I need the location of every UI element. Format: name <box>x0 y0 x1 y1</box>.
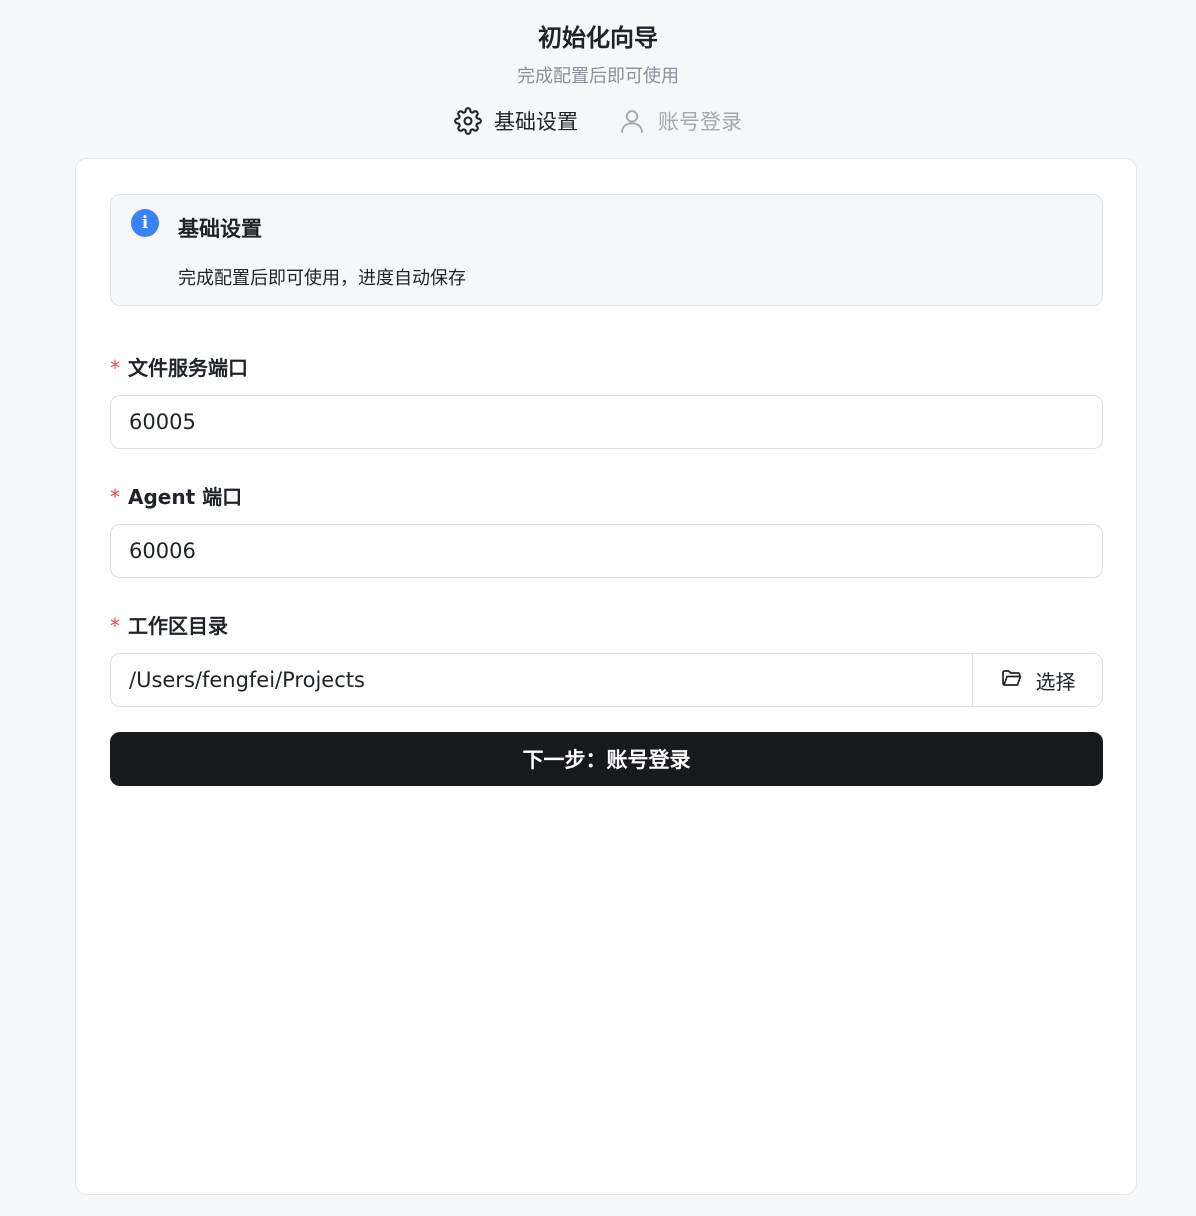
alert-description: 完成配置后即可使用，进度自动保存 <box>178 268 466 289</box>
setup-card: i 基础设置 完成配置后即可使用，进度自动保存 *文件服务端口 *Agent 端… <box>75 158 1137 1195</box>
workspace-dir-label: * 工作区目录 <box>110 614 228 638</box>
agent-port-label: * Agent 端口 <box>110 485 243 509</box>
required-mark: * <box>110 614 120 638</box>
required-mark: * <box>110 485 120 509</box>
alert-title: 基础设置 <box>178 217 262 241</box>
select-label: 选择 <box>1035 669 1076 694</box>
step-label: 账号登录 <box>658 110 742 134</box>
folder-open-icon <box>1000 666 1024 695</box>
page-title: 初始化向导 <box>538 24 658 52</box>
step-label: 基础设置 <box>494 110 578 134</box>
workspace-dir-input[interactable] <box>111 654 972 706</box>
info-alert: i 基础设置 完成配置后即可使用，进度自动保存 <box>110 194 1103 306</box>
step-indicator: 基础设置 账号登录 <box>0 106 1196 136</box>
user-icon <box>618 107 646 135</box>
next-step-button[interactable]: 下一步：账号登录 <box>110 732 1103 786</box>
step-account-login[interactable]: 账号登录 <box>618 106 742 136</box>
required-mark: * <box>110 356 120 380</box>
step-basic-settings[interactable]: 基础设置 <box>454 106 578 136</box>
workspace-dir-group: 选择 <box>110 653 1103 707</box>
file-port-label: * 文件服务端口 <box>110 356 248 380</box>
page-subtitle: 完成配置后即可使用 <box>517 66 679 87</box>
file-port-input[interactable] <box>110 395 1103 449</box>
select-folder-button[interactable]: 选择 <box>972 654 1102 706</box>
info-icon: i <box>131 209 159 237</box>
gear-icon <box>454 107 482 135</box>
agent-port-input[interactable] <box>110 524 1103 578</box>
